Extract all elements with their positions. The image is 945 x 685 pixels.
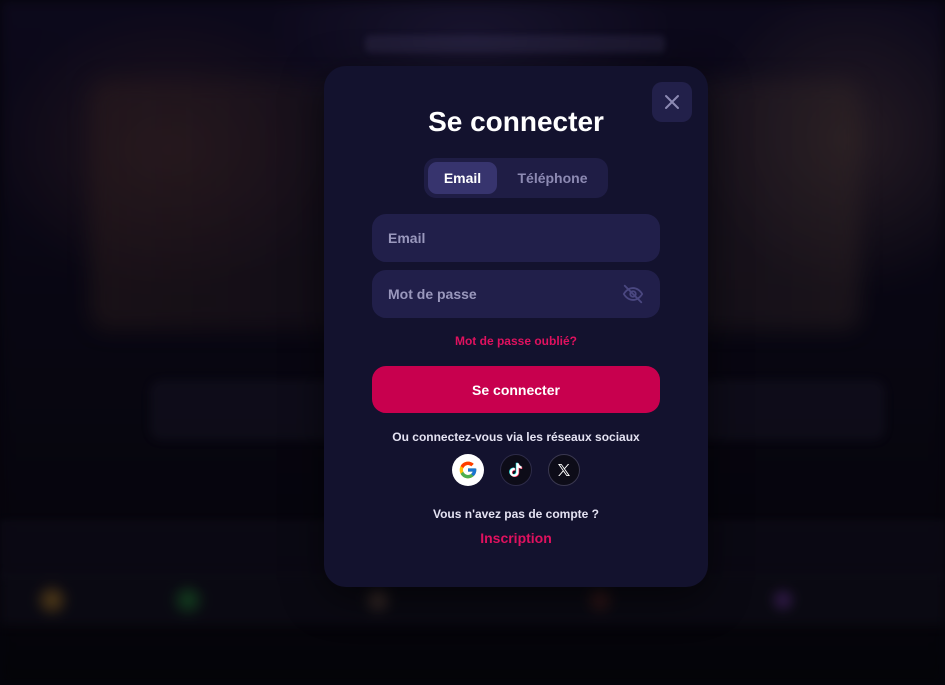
google-icon bbox=[459, 461, 477, 479]
tiktok-login-button[interactable] bbox=[500, 454, 532, 486]
email-field-wrapper bbox=[372, 214, 660, 262]
modal-title: Se connecter bbox=[428, 106, 604, 137]
login-method-tabs: Email Téléphone bbox=[424, 158, 608, 198]
password-field[interactable] bbox=[388, 286, 622, 302]
password-field-wrapper bbox=[372, 270, 660, 318]
no-account-text: Vous n'avez pas de compte ? bbox=[432, 507, 599, 521]
forgot-password-link[interactable]: Mot de passe oublié? bbox=[324, 334, 708, 348]
login-button[interactable]: Se connecter bbox=[372, 366, 660, 413]
google-login-button[interactable] bbox=[452, 454, 484, 486]
email-field[interactable] bbox=[388, 230, 644, 246]
social-login-text: Ou connectez-vous via les réseaux sociau… bbox=[392, 430, 640, 444]
eye-off-icon[interactable] bbox=[622, 283, 644, 305]
tab-phone[interactable]: Téléphone bbox=[501, 162, 604, 194]
tab-email[interactable]: Email bbox=[428, 162, 497, 194]
social-login-buttons bbox=[452, 454, 580, 486]
login-modal: Se connecter Email Téléphone Mot de pass… bbox=[324, 66, 708, 587]
x-login-button[interactable] bbox=[548, 454, 580, 486]
signup-link[interactable]: Inscription bbox=[324, 530, 708, 546]
x-icon bbox=[558, 464, 570, 476]
tiktok-icon bbox=[509, 462, 523, 478]
